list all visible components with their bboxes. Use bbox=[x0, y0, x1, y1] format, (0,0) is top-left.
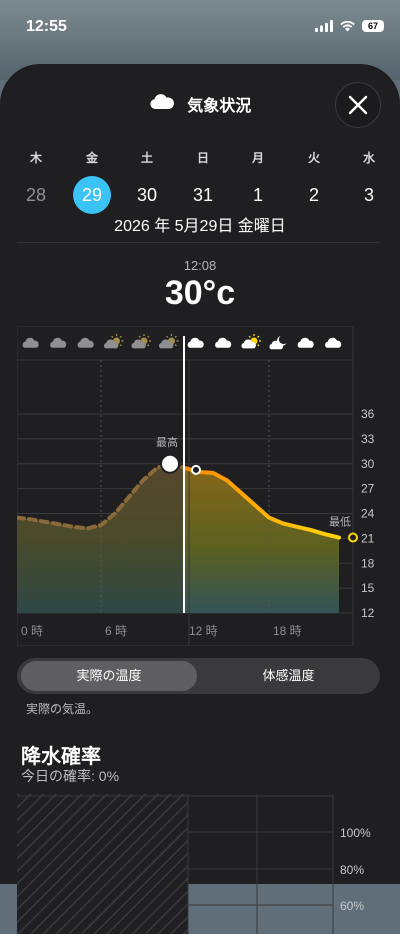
precip-tick-60: 60% bbox=[340, 899, 364, 913]
y-tick-label: 36 bbox=[361, 407, 375, 421]
day-number: 30 bbox=[136, 185, 158, 205]
battery-icon: 67 bbox=[362, 20, 384, 32]
precip-title: 降水確率 bbox=[21, 746, 101, 768]
day-item-30[interactable]: 土 30 bbox=[125, 148, 169, 214]
x-tick-label: 6 時 bbox=[105, 624, 127, 638]
y-tick-label: 30 bbox=[361, 457, 375, 471]
y-tick-label: 18 bbox=[361, 556, 375, 570]
status-icons: 67 bbox=[315, 20, 384, 32]
tab-feels-like[interactable]: 体感温度 bbox=[201, 661, 376, 691]
day-number: 1 bbox=[252, 185, 263, 205]
weather-sheet: 気象状況 木 28 金 29 土 30 日 31 月 1 火 2 水 3 202… bbox=[0, 64, 400, 934]
y-tick-label: 24 bbox=[361, 507, 375, 521]
min-point bbox=[348, 532, 358, 543]
day-number: 29 bbox=[73, 176, 111, 214]
day-item-2[interactable]: 火 2 bbox=[292, 148, 336, 214]
precipitation-chart[interactable]: 100% 80% 60% bbox=[17, 794, 380, 934]
y-tick-label: 12 bbox=[361, 606, 375, 620]
day-of-week: 日 bbox=[196, 151, 209, 165]
max-point bbox=[160, 453, 180, 474]
day-item-31[interactable]: 日 31 bbox=[181, 148, 225, 214]
min-label: 最低 bbox=[329, 516, 351, 529]
close-icon bbox=[348, 95, 368, 115]
chart-note: 実際の気温。 bbox=[26, 702, 99, 716]
current-time: 12:08 bbox=[183, 258, 217, 273]
tab-actual-temperature[interactable]: 実際の温度 bbox=[21, 661, 197, 691]
y-tick-label: 15 bbox=[361, 581, 375, 595]
status-bar: 12:55 67 bbox=[0, 0, 400, 56]
status-time: 12:55 bbox=[26, 18, 67, 35]
temperature-mode-toggle: 実際の温度 体感温度 bbox=[17, 658, 380, 694]
day-number: 31 bbox=[192, 185, 214, 205]
day-number: 2 bbox=[308, 185, 319, 205]
max-label: 最高 bbox=[156, 435, 178, 449]
x-tick-label: 12 時 bbox=[189, 624, 218, 638]
x-tick-label: 0 時 bbox=[21, 624, 43, 638]
precip-tick-80: 80% bbox=[340, 863, 364, 877]
x-tick-label: 18 時 bbox=[273, 624, 302, 638]
day-of-week: 火 bbox=[307, 151, 320, 165]
y-tick-label: 27 bbox=[361, 482, 375, 496]
sheet-title: 気象状況 bbox=[187, 98, 252, 115]
day-of-week: 木 bbox=[29, 151, 42, 165]
day-item-29[interactable]: 金 29 bbox=[70, 148, 114, 214]
precip-subtitle: 今日の確率: 0% bbox=[21, 768, 120, 784]
current-point bbox=[191, 464, 201, 475]
day-number: 28 bbox=[25, 185, 47, 205]
day-item-3[interactable]: 水 3 bbox=[347, 148, 391, 214]
wifi-icon bbox=[340, 20, 355, 32]
cloud-icon bbox=[149, 93, 175, 116]
selected-date: 2026 年 5月29日 金曜日 bbox=[114, 218, 286, 235]
signal-icon bbox=[315, 20, 333, 32]
current-temperature: 30°c bbox=[164, 274, 236, 312]
day-of-week: 土 bbox=[140, 151, 153, 165]
y-tick-label: 21 bbox=[361, 531, 375, 545]
day-of-week: 水 bbox=[362, 151, 375, 165]
past-hatch bbox=[17, 794, 188, 934]
y-tick-label: 33 bbox=[361, 432, 375, 446]
day-item-28[interactable]: 木 28 bbox=[14, 148, 58, 214]
day-item-1[interactable]: 月 1 bbox=[236, 148, 280, 214]
divider bbox=[17, 242, 380, 243]
day-of-week: 月 bbox=[251, 151, 264, 165]
temperature-chart[interactable]: 36 33 30 27 24 21 18 15 12 最高最低 0 時 6 時 12 時 18 時 bbox=[17, 326, 380, 646]
day-of-week: 金 bbox=[85, 151, 98, 165]
precip-tick-100: 100% bbox=[340, 826, 371, 840]
close-button[interactable] bbox=[335, 82, 381, 128]
day-number: 3 bbox=[363, 185, 374, 205]
